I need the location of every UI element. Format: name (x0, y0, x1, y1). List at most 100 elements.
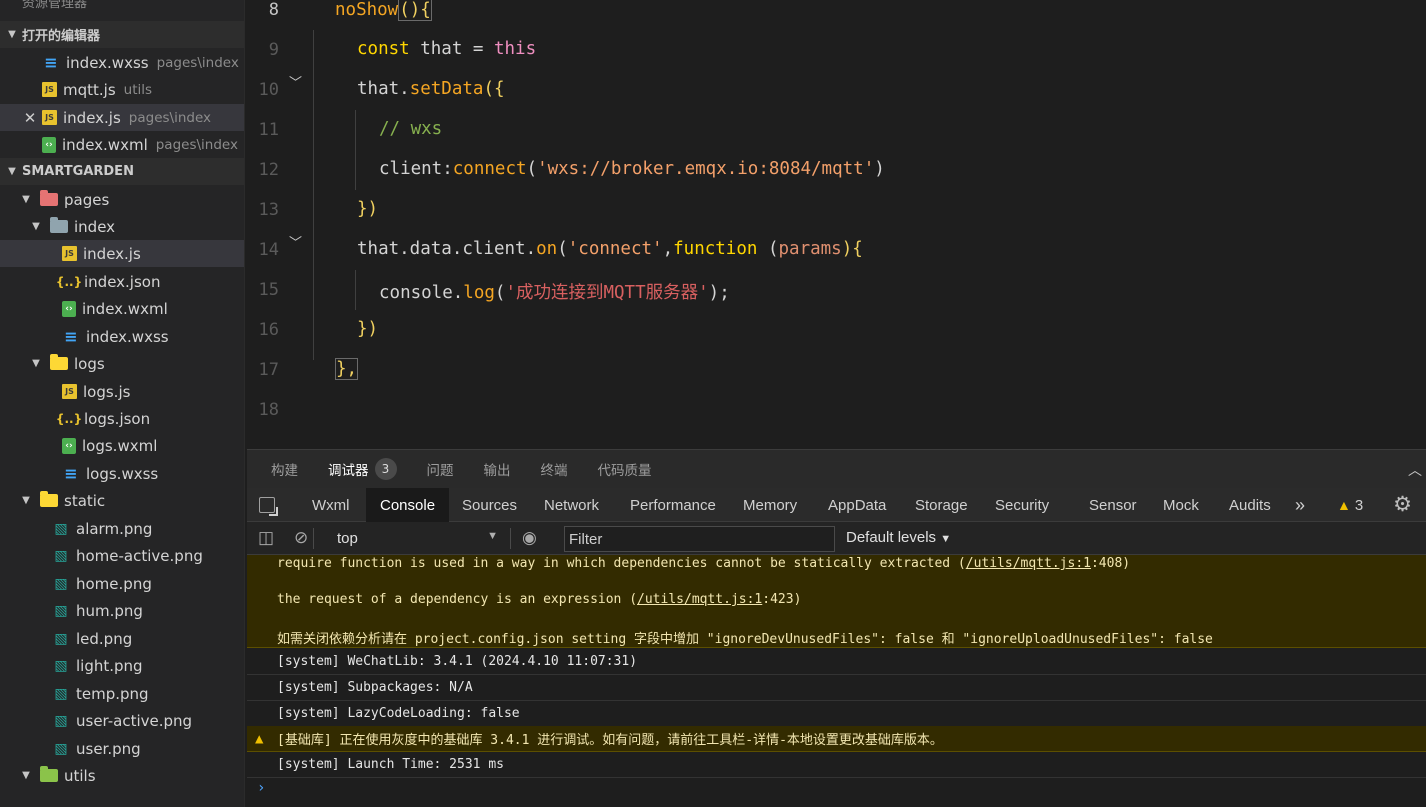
tree-file-png[interactable]: ▧ user.png (0, 735, 244, 762)
open-editor-index-wxml[interactable]: ‹› index.wxml pages\index (0, 131, 244, 158)
wxml-file-icon: ‹› (62, 437, 76, 454)
tree-folder-index[interactable]: ▼ index (0, 213, 244, 240)
code-token: ) (874, 159, 885, 179)
tree-file-png[interactable]: ▧ light.png (0, 652, 244, 679)
tree-folder-utils[interactable]: ▼ utils (0, 762, 244, 789)
code-token: that.data.client. (357, 239, 537, 259)
eye-icon[interactable]: ◉ (522, 528, 537, 548)
wxml-file-icon: ‹› (62, 300, 76, 317)
tree-file-png[interactable]: ▧ home-active.png (0, 542, 244, 569)
tab-output[interactable]: 输出 (484, 459, 511, 479)
source-link[interactable]: /utils/mqtt.js:1 (966, 556, 1091, 571)
code-token: }) (357, 319, 379, 339)
devtools-tabs: Wxml Console Sources Network Performance… (247, 488, 1426, 522)
tree-file-png[interactable]: ▧ led.png (0, 625, 244, 652)
tab-debugger[interactable]: 调试器 3 (328, 458, 397, 480)
open-editors-header[interactable]: ▼ 打开的编辑器 (0, 21, 244, 48)
folder-name: index (74, 217, 116, 236)
devtab-wxml[interactable]: Wxml (312, 488, 350, 522)
line-number: 11 (258, 120, 279, 140)
tree-file-png[interactable]: ▧ user-active.png (0, 707, 244, 734)
tree-folder-pages[interactable]: ▼ pages (0, 186, 244, 213)
devtab-appdata[interactable]: AppData (828, 488, 886, 522)
sidebar-toggle-icon[interactable]: ◫ (258, 528, 274, 548)
devtab-console[interactable]: Console (366, 488, 450, 522)
devtab-sources[interactable]: Sources (462, 488, 517, 522)
tree-file-png[interactable]: ▧ home.png (0, 570, 244, 597)
log-levels-select[interactable]: Default levels ▼ (846, 529, 951, 546)
tree-file-index-wxss[interactable]: ≡ index.wxss (0, 323, 244, 350)
devtab-security[interactable]: Security (995, 488, 1049, 522)
image-file-icon: ▧ (54, 685, 68, 702)
image-file-icon: ▧ (54, 657, 68, 674)
warning-counter[interactable]: ▲ 3 (1337, 488, 1363, 522)
code-token: ( (757, 239, 779, 259)
tree-file-png[interactable]: ▧ alarm.png (0, 515, 244, 542)
more-tabs-icon[interactable]: » (1295, 488, 1305, 522)
keyword: function (673, 239, 758, 259)
console-prompt-icon[interactable]: › (257, 780, 265, 796)
open-editor-path: utils (123, 81, 153, 98)
indent-guide (355, 110, 356, 190)
code-token: ); (708, 283, 730, 303)
devtab-performance[interactable]: Performance (630, 488, 716, 522)
string-literal: 'wxs://broker.emqx.io:8084/mqtt' (537, 159, 875, 179)
devtab-sensor[interactable]: Sensor (1089, 488, 1137, 522)
open-editor-mqtt-js[interactable]: JS mqtt.js utils (0, 76, 244, 103)
tree-folder-logs[interactable]: ▼ logs (0, 350, 244, 377)
tab-build[interactable]: 构建 (271, 459, 298, 479)
open-editor-index-wxss[interactable]: ≡ index.wxss pages\index (0, 49, 244, 76)
tab-terminal[interactable]: 终端 (541, 459, 568, 479)
context-value: top (337, 530, 358, 547)
tree-file-png[interactable]: ▧ temp.png (0, 680, 244, 707)
folder-name: pages (64, 190, 110, 209)
devtab-network[interactable]: Network (544, 488, 599, 522)
open-editor-name: index.wxml (62, 135, 148, 154)
tree-file-index-wxml[interactable]: ‹› index.wxml (0, 295, 244, 322)
warning-text: :423) (762, 592, 802, 607)
chevron-down-icon: ▼ (22, 194, 30, 205)
code-editor[interactable]: 8 9 10 11 12 13 14 15 16 17 18 ﹀ ﹀ noSho… (247, 0, 1426, 449)
levels-label: Default levels (846, 529, 937, 546)
clear-console-icon[interactable]: ⊘ (294, 528, 308, 548)
devtab-storage[interactable]: Storage (915, 488, 968, 522)
fold-chevron-icon[interactable]: ﹀ (289, 72, 302, 91)
devtab-mock[interactable]: Mock (1163, 488, 1199, 522)
line-number: 17 (258, 360, 279, 380)
json-file-icon: {..} (55, 411, 83, 426)
code-token: that (409, 39, 473, 59)
tree-file-logs-json[interactable]: {..} logs.json (0, 405, 244, 432)
project-header[interactable]: ▼ SMARTGARDEN (0, 158, 244, 185)
open-editor-index-js[interactable]: ✕ JS index.js pages\index (0, 104, 244, 131)
line-number: 13 (258, 200, 279, 220)
tree-file-logs-wxml[interactable]: ‹› logs.wxml (0, 432, 244, 459)
line-number: 12 (258, 160, 279, 180)
code-token: (){ (398, 0, 432, 21)
warning-text: require function is used in a way in whi… (277, 556, 966, 571)
context-select[interactable]: top ▼ (325, 526, 502, 551)
close-icon[interactable]: ✕ (22, 109, 38, 127)
folder-icon (40, 766, 58, 784)
tab-code-quality[interactable]: 代码质量 (598, 459, 652, 479)
tree-file-png[interactable]: ▧ hum.png (0, 597, 244, 624)
gear-icon[interactable]: ⚙ (1393, 492, 1412, 516)
filter-input[interactable] (564, 526, 835, 552)
console-row: [system] WeChatLib: 3.4.1 (2024.4.10 11:… (247, 649, 1426, 675)
devtab-memory[interactable]: Memory (743, 488, 797, 522)
warning-count: 3 (1354, 496, 1364, 514)
tab-problems[interactable]: 问题 (427, 459, 454, 479)
tree-file-logs-wxss[interactable]: ≡ logs.wxss (0, 460, 244, 487)
tree-file-index-json[interactable]: {..} index.json (0, 268, 244, 295)
fold-chevron-icon[interactable]: ﹀ (289, 232, 302, 251)
tree-folder-static[interactable]: ▼ static (0, 487, 244, 514)
source-link[interactable]: /utils/mqtt.js:1 (637, 592, 762, 607)
file-name: index.wxml (82, 299, 168, 318)
image-file-icon: ▧ (54, 547, 68, 564)
inspect-element-icon[interactable] (259, 497, 275, 513)
devtab-audits[interactable]: Audits (1229, 488, 1271, 522)
tree-file-index-js[interactable]: JS index.js (0, 240, 244, 267)
tree-file-logs-js[interactable]: JS logs.js (0, 378, 244, 405)
tab-label: 调试器 (328, 463, 369, 479)
chevron-up-icon[interactable]: ︿ (1408, 460, 1422, 480)
chevron-down-icon: ▼ (8, 166, 16, 177)
